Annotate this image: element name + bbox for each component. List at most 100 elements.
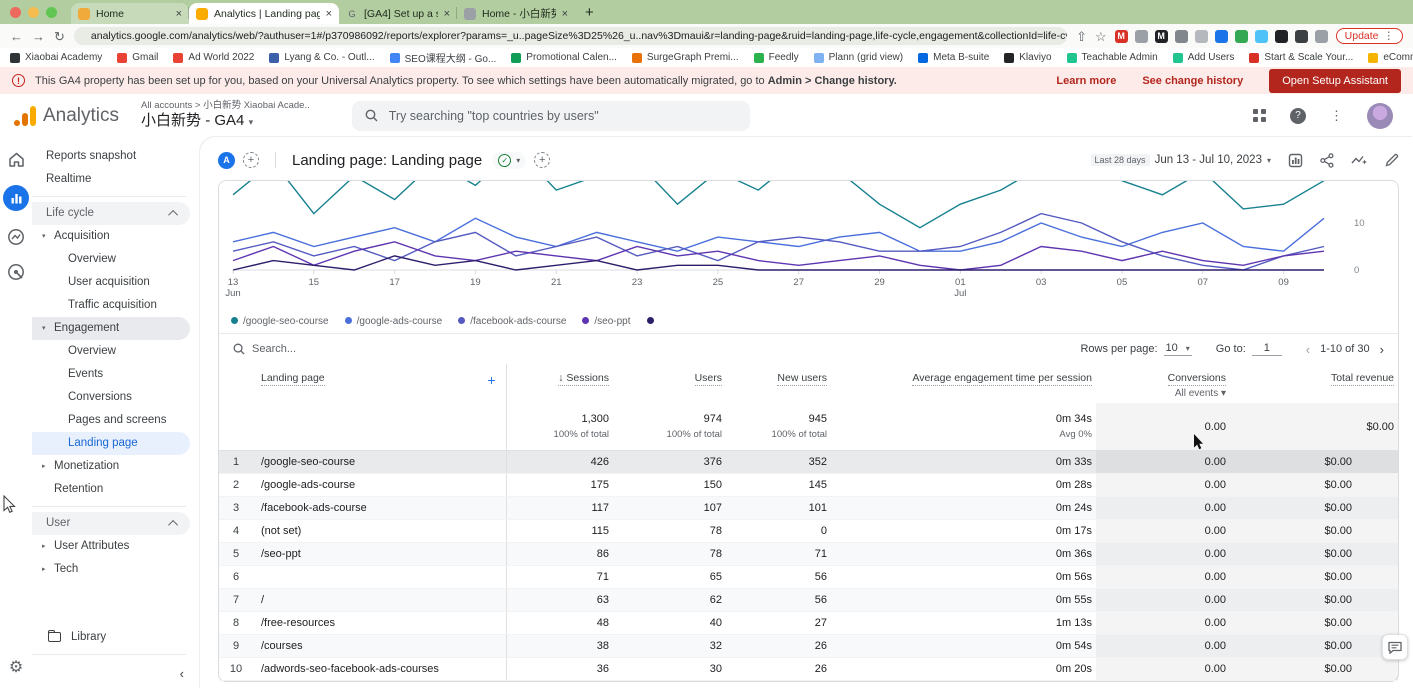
reports-icon[interactable] — [3, 185, 29, 211]
bookmark-item[interactable]: Klaviyo — [1004, 52, 1051, 63]
next-page-icon[interactable]: › — [1380, 342, 1384, 357]
close-window-icon[interactable] — [10, 7, 21, 18]
account-switcher[interactable]: All accounts > 小白新势 Xiaobai Acade.. 小白新势… — [141, 100, 310, 131]
see-change-history-link[interactable]: See change history — [1142, 75, 1243, 87]
kebab-menu-icon[interactable]: ⋮ — [1330, 108, 1343, 124]
column-header-engagement[interactable]: Average engagement time per session — [831, 364, 1096, 403]
share-report-icon[interactable] — [1320, 153, 1334, 168]
google-apps-icon[interactable] — [1253, 109, 1266, 122]
browser-tab[interactable]: Home× — [71, 3, 189, 24]
sidebar-item-engagement[interactable]: ▾Engagement — [32, 317, 190, 340]
table-row[interactable]: 67165560m 56s0.00$0.00 — [219, 566, 1398, 589]
prev-page-icon[interactable]: ‹ — [1306, 342, 1310, 357]
extension-icon[interactable] — [1195, 30, 1208, 43]
bookmark-item[interactable]: SurgeGraph Premi... — [632, 52, 739, 63]
goto-page-input[interactable]: 1 — [1252, 342, 1282, 356]
home-icon[interactable] — [8, 151, 25, 168]
add-comparison-button[interactable]: + — [243, 152, 259, 168]
chevron-collapsed-icon[interactable]: ▸ — [42, 558, 54, 581]
extension-icon[interactable] — [1255, 30, 1268, 43]
bookmark-item[interactable]: Plann (grid view) — [814, 52, 903, 63]
report-builder-icon[interactable] — [1288, 153, 1303, 168]
bookmark-item[interactable]: Promotional Calen... — [511, 52, 617, 63]
avatar[interactable] — [1367, 103, 1393, 129]
bookmark-item[interactable]: eCommerce Case... — [1368, 52, 1413, 63]
chevron-expanded-icon[interactable]: ▾ — [42, 317, 54, 340]
chevron-up-icon[interactable] — [168, 520, 178, 530]
table-row[interactable]: 8/free-resources4840271m 13s0.00$0.00 — [219, 612, 1398, 635]
sessions-line-chart[interactable]: 13Jun151719212325272901Jul03050709100 — [219, 181, 1398, 309]
sidebar-item-user[interactable]: User — [32, 512, 190, 535]
extension-icon[interactable] — [1135, 30, 1148, 43]
sidebar-item-user-acquisition[interactable]: User acquisition — [32, 271, 200, 294]
sidebar-item-realtime[interactable]: Realtime — [32, 168, 200, 191]
add-report-tab-button[interactable]: + — [534, 152, 550, 168]
zoom-window-icon[interactable] — [46, 7, 57, 18]
table-search-input[interactable]: Search... — [233, 343, 296, 355]
feedback-button[interactable] — [1382, 634, 1408, 660]
close-tab-icon[interactable]: × — [176, 8, 182, 20]
rows-per-page-select[interactable]: 10▾ — [1164, 342, 1192, 356]
table-row[interactable]: 2/google-ads-course1751501450m 28s0.00$0… — [219, 474, 1398, 497]
extension-icon[interactable] — [1235, 30, 1248, 43]
advertising-icon[interactable] — [7, 263, 25, 281]
bookmark-item[interactable]: Xiaobai Academy — [10, 52, 102, 63]
browser-tab[interactable]: Home - 小白新势学院× — [457, 3, 575, 24]
chevron-expanded-icon[interactable]: ▾ — [42, 225, 54, 248]
minimize-window-icon[interactable] — [28, 7, 39, 18]
sidebar-item-pages-and-screens[interactable]: Pages and screens — [32, 409, 200, 432]
chevron-up-icon[interactable] — [168, 210, 178, 220]
browser-tab[interactable]: Analytics | Landing page: Land× — [189, 3, 339, 24]
data-quality-button[interactable]: ✓ ▾ — [492, 152, 526, 169]
column-header-new-users[interactable]: New users — [726, 364, 831, 403]
bookmark-item[interactable]: SEO课程大纲 - Go... — [390, 50, 497, 65]
close-tab-icon[interactable]: × — [326, 8, 332, 20]
browser-tab[interactable]: G[GA4] Set up a scroll conversio× — [339, 3, 457, 24]
sidebar-item-life-cycle[interactable]: Life cycle — [32, 202, 190, 225]
table-row[interactable]: 7/6362560m 55s0.00$0.00 — [219, 589, 1398, 612]
add-dimension-icon[interactable]: + — [487, 372, 495, 388]
explore-icon[interactable] — [7, 228, 25, 246]
bookmark-item[interactable]: Ad World 2022 — [173, 52, 254, 63]
sidebar-item-library[interactable]: Library — [32, 625, 200, 649]
table-row[interactable]: 4(not set)1157800m 17s0.00$0.00 — [219, 520, 1398, 543]
table-row[interactable]: 1/google-seo-course4263763520m 33s0.00$0… — [219, 451, 1398, 474]
bookmark-item[interactable]: Add Users — [1173, 52, 1235, 63]
extension-icon[interactable] — [1175, 30, 1188, 43]
extension-icon[interactable] — [1215, 30, 1228, 43]
extension-icon[interactable]: M — [1115, 30, 1128, 43]
close-tab-icon[interactable]: × — [444, 8, 450, 20]
table-row[interactable]: 5/seo-ppt8678710m 36s0.00$0.00 — [219, 543, 1398, 566]
chrome-update-button[interactable]: Update ⋮ — [1336, 28, 1403, 44]
search-input[interactable]: Try searching "top countries by users" — [352, 101, 750, 131]
table-row[interactable]: 3/facebook-ads-course1171071010m 24s0.00… — [219, 497, 1398, 520]
extension-icon[interactable] — [1315, 30, 1328, 43]
address-bar[interactable]: analytics.google.com/analytics/web/?auth… — [74, 27, 1067, 45]
comparison-chip-a[interactable]: A — [218, 152, 235, 169]
sidebar-item-landing-page[interactable]: Landing page — [32, 432, 190, 455]
bookmark-item[interactable]: Teachable Admin — [1067, 52, 1158, 63]
table-row[interactable]: 10/adwords-seo-facebook-ads-courses36302… — [219, 658, 1398, 681]
share-icon[interactable]: ⇧ — [1076, 30, 1087, 43]
sidebar-item-user-attributes[interactable]: ▸User Attributes — [32, 535, 200, 558]
bookmark-item[interactable]: Feedly — [754, 52, 799, 63]
column-header-revenue[interactable]: Total revenue — [1230, 364, 1398, 403]
help-icon[interactable]: ? — [1290, 108, 1306, 124]
edit-report-icon[interactable] — [1385, 153, 1399, 167]
bookmark-star-icon[interactable]: ☆ — [1095, 30, 1107, 43]
bookmark-item[interactable]: Gmail — [117, 52, 158, 63]
learn-more-link[interactable]: Learn more — [1056, 75, 1116, 87]
sidebar-item-tech[interactable]: ▸Tech — [32, 558, 200, 581]
collapse-sidebar-icon[interactable]: ‹ — [180, 666, 184, 681]
sidebar-item-overview[interactable]: Overview — [32, 340, 200, 363]
column-header-conversions[interactable]: ConversionsAll events ▾ — [1096, 364, 1230, 403]
sidebar-item-traffic-acquisition[interactable]: Traffic acquisition — [32, 294, 200, 317]
extension-icon[interactable] — [1295, 30, 1308, 43]
back-icon[interactable]: ← — [10, 30, 23, 43]
forward-icon[interactable]: → — [32, 30, 45, 43]
sidebar-item-acquisition[interactable]: ▾Acquisition — [32, 225, 200, 248]
extension-icon[interactable] — [1275, 30, 1288, 43]
window-controls[interactable] — [10, 0, 57, 24]
extension-icon[interactable]: M — [1155, 30, 1168, 43]
sidebar-item-conversions[interactable]: Conversions — [32, 386, 200, 409]
